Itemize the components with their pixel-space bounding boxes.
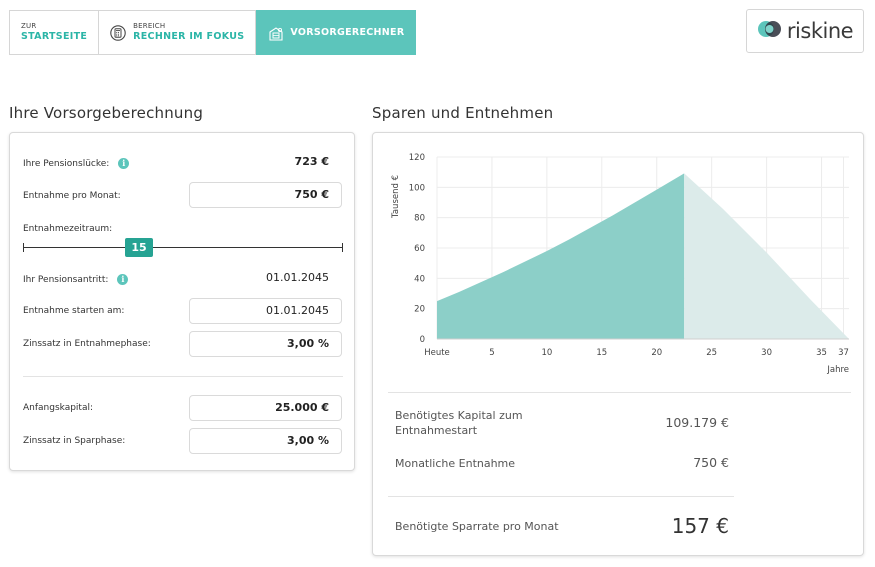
pension-start-value: 01.01.2045 [266, 271, 329, 284]
pension-calculator-icon [267, 25, 283, 41]
required-capital-label: Benötigtes Kapital zum Entnahmestart [395, 408, 523, 438]
x-tick-label-4: 20 [651, 348, 662, 358]
x-tick-label-5: 25 [706, 348, 717, 358]
x-tick-label-7: 35 [816, 348, 827, 358]
y-tick-label-0: 0 [420, 335, 425, 345]
x-tick-label-3: 15 [596, 348, 607, 358]
chart-divider [388, 392, 851, 393]
slider-start-marker [23, 243, 24, 252]
pension-gap-label: Ihre Pensionslücke: i [23, 158, 130, 169]
required-capital-label-line2: Entnahmestart [395, 424, 478, 437]
withdrawal-period-slider-track[interactable] [23, 247, 343, 248]
chart-areas [437, 173, 849, 339]
area-series-saving [437, 173, 685, 339]
info-icon[interactable]: i [118, 158, 130, 169]
nav-area-label: RECHNER IM FOKUS [133, 31, 245, 42]
initial-capital-input[interactable]: 25.000 € [189, 395, 342, 421]
monthly-withdrawal-summary-value: 750 € [693, 455, 729, 470]
x-tick-label-2: 10 [541, 348, 552, 358]
x-tick-label-8: 37 [838, 348, 849, 358]
slider-end-marker [342, 243, 343, 252]
withdrawal-start-label: Entnahme starten am: [23, 306, 125, 316]
savings-rate-label: Benötigte Sparrate pro Monat [395, 520, 559, 533]
nav-current-label: VORSORGERECHNER [290, 26, 405, 38]
nav-area[interactable]: BEREICH RECHNER IM FOKUS [99, 10, 257, 55]
monthly-withdrawal-input[interactable]: 750 € [189, 182, 342, 208]
withdrawal-period-label: Entnahmezeitraum: [23, 224, 113, 234]
monthly-withdrawal-label: Entnahme pro Monat: [23, 191, 121, 201]
x-tick-label-0: Heute [424, 348, 450, 358]
withdrawal-start-input[interactable]: 01.01.2045 [189, 298, 342, 324]
nav-home-small: ZUR [21, 22, 37, 30]
x-tick-label-6: 30 [761, 348, 772, 358]
interest-saving-input[interactable]: 3,00 % [189, 428, 342, 454]
logo-text: riskine [786, 19, 854, 43]
nav-home[interactable]: ZUR STARTSEITE [9, 10, 100, 55]
required-capital-label-line1: Benötigtes Kapital zum [395, 409, 523, 422]
interest-withdrawal-label: Zinssatz in Entnahmephase: [23, 339, 151, 349]
chart-panel: 0 20 40 60 80 100 120 Heute 5 10 15 20 25 30 35 37 Taus… [372, 132, 864, 556]
left-section-title: Ihre Vorsorgeberechnung [9, 104, 204, 122]
summary-divider [388, 496, 734, 497]
calculator-icon [110, 24, 126, 41]
info-icon[interactable]: i [117, 274, 129, 285]
required-capital-value: 109.179 € [665, 415, 729, 430]
top-navigation: ZUR STARTSEITE BEREICH RECHNER IM FOKUS [9, 10, 417, 55]
pension-gap-label-text: Ihre Pensionslücke: [23, 159, 110, 169]
x-axis-label: Jahre [826, 365, 849, 375]
nav-home-label: STARTSEITE [21, 31, 88, 42]
pension-start-label-text: Ihr Pensionsantritt: [23, 275, 109, 285]
interest-saving-label: Zinssatz in Sparphase: [23, 436, 126, 446]
withdrawal-period-slider-handle[interactable]: 15 [125, 238, 153, 257]
pension-gap-value: 723 € [294, 155, 329, 168]
section-divider [23, 376, 343, 377]
logo-mark-icon [757, 19, 783, 43]
calculation-panel: Ihre Pensionslücke: i 723 € Entnahme pro … [9, 132, 355, 471]
initial-capital-label: Anfangskapital: [23, 403, 94, 413]
y-axis-label: Tausend € [391, 175, 401, 219]
right-section-title: Sparen und Entnehmen [372, 104, 554, 122]
riskine-logo[interactable]: riskine [746, 9, 864, 53]
x-tick-label-1: 5 [489, 348, 494, 358]
monthly-withdrawal-summary-label: Monatliche Entnahme [395, 457, 516, 470]
y-tick-label-6: 120 [409, 153, 425, 163]
y-tick-label-2: 40 [414, 274, 425, 284]
savings-chart: 0 20 40 60 80 100 120 Heute 5 10 15 20 25 30 35 37 Taus… [391, 153, 849, 375]
nav-current[interactable]: VORSORGERECHNER [256, 10, 417, 55]
pension-start-label: Ihr Pensionsantritt: i [23, 274, 129, 285]
savings-rate-value: 157 € [671, 514, 729, 538]
y-tick-label-1: 20 [414, 305, 425, 315]
y-tick-label-5: 100 [409, 183, 425, 193]
nav-area-small: BEREICH [133, 22, 166, 30]
y-tick-label-3: 60 [414, 244, 425, 254]
interest-withdrawal-input[interactable]: 3,00 % [189, 331, 342, 357]
y-tick-label-4: 80 [414, 214, 425, 224]
